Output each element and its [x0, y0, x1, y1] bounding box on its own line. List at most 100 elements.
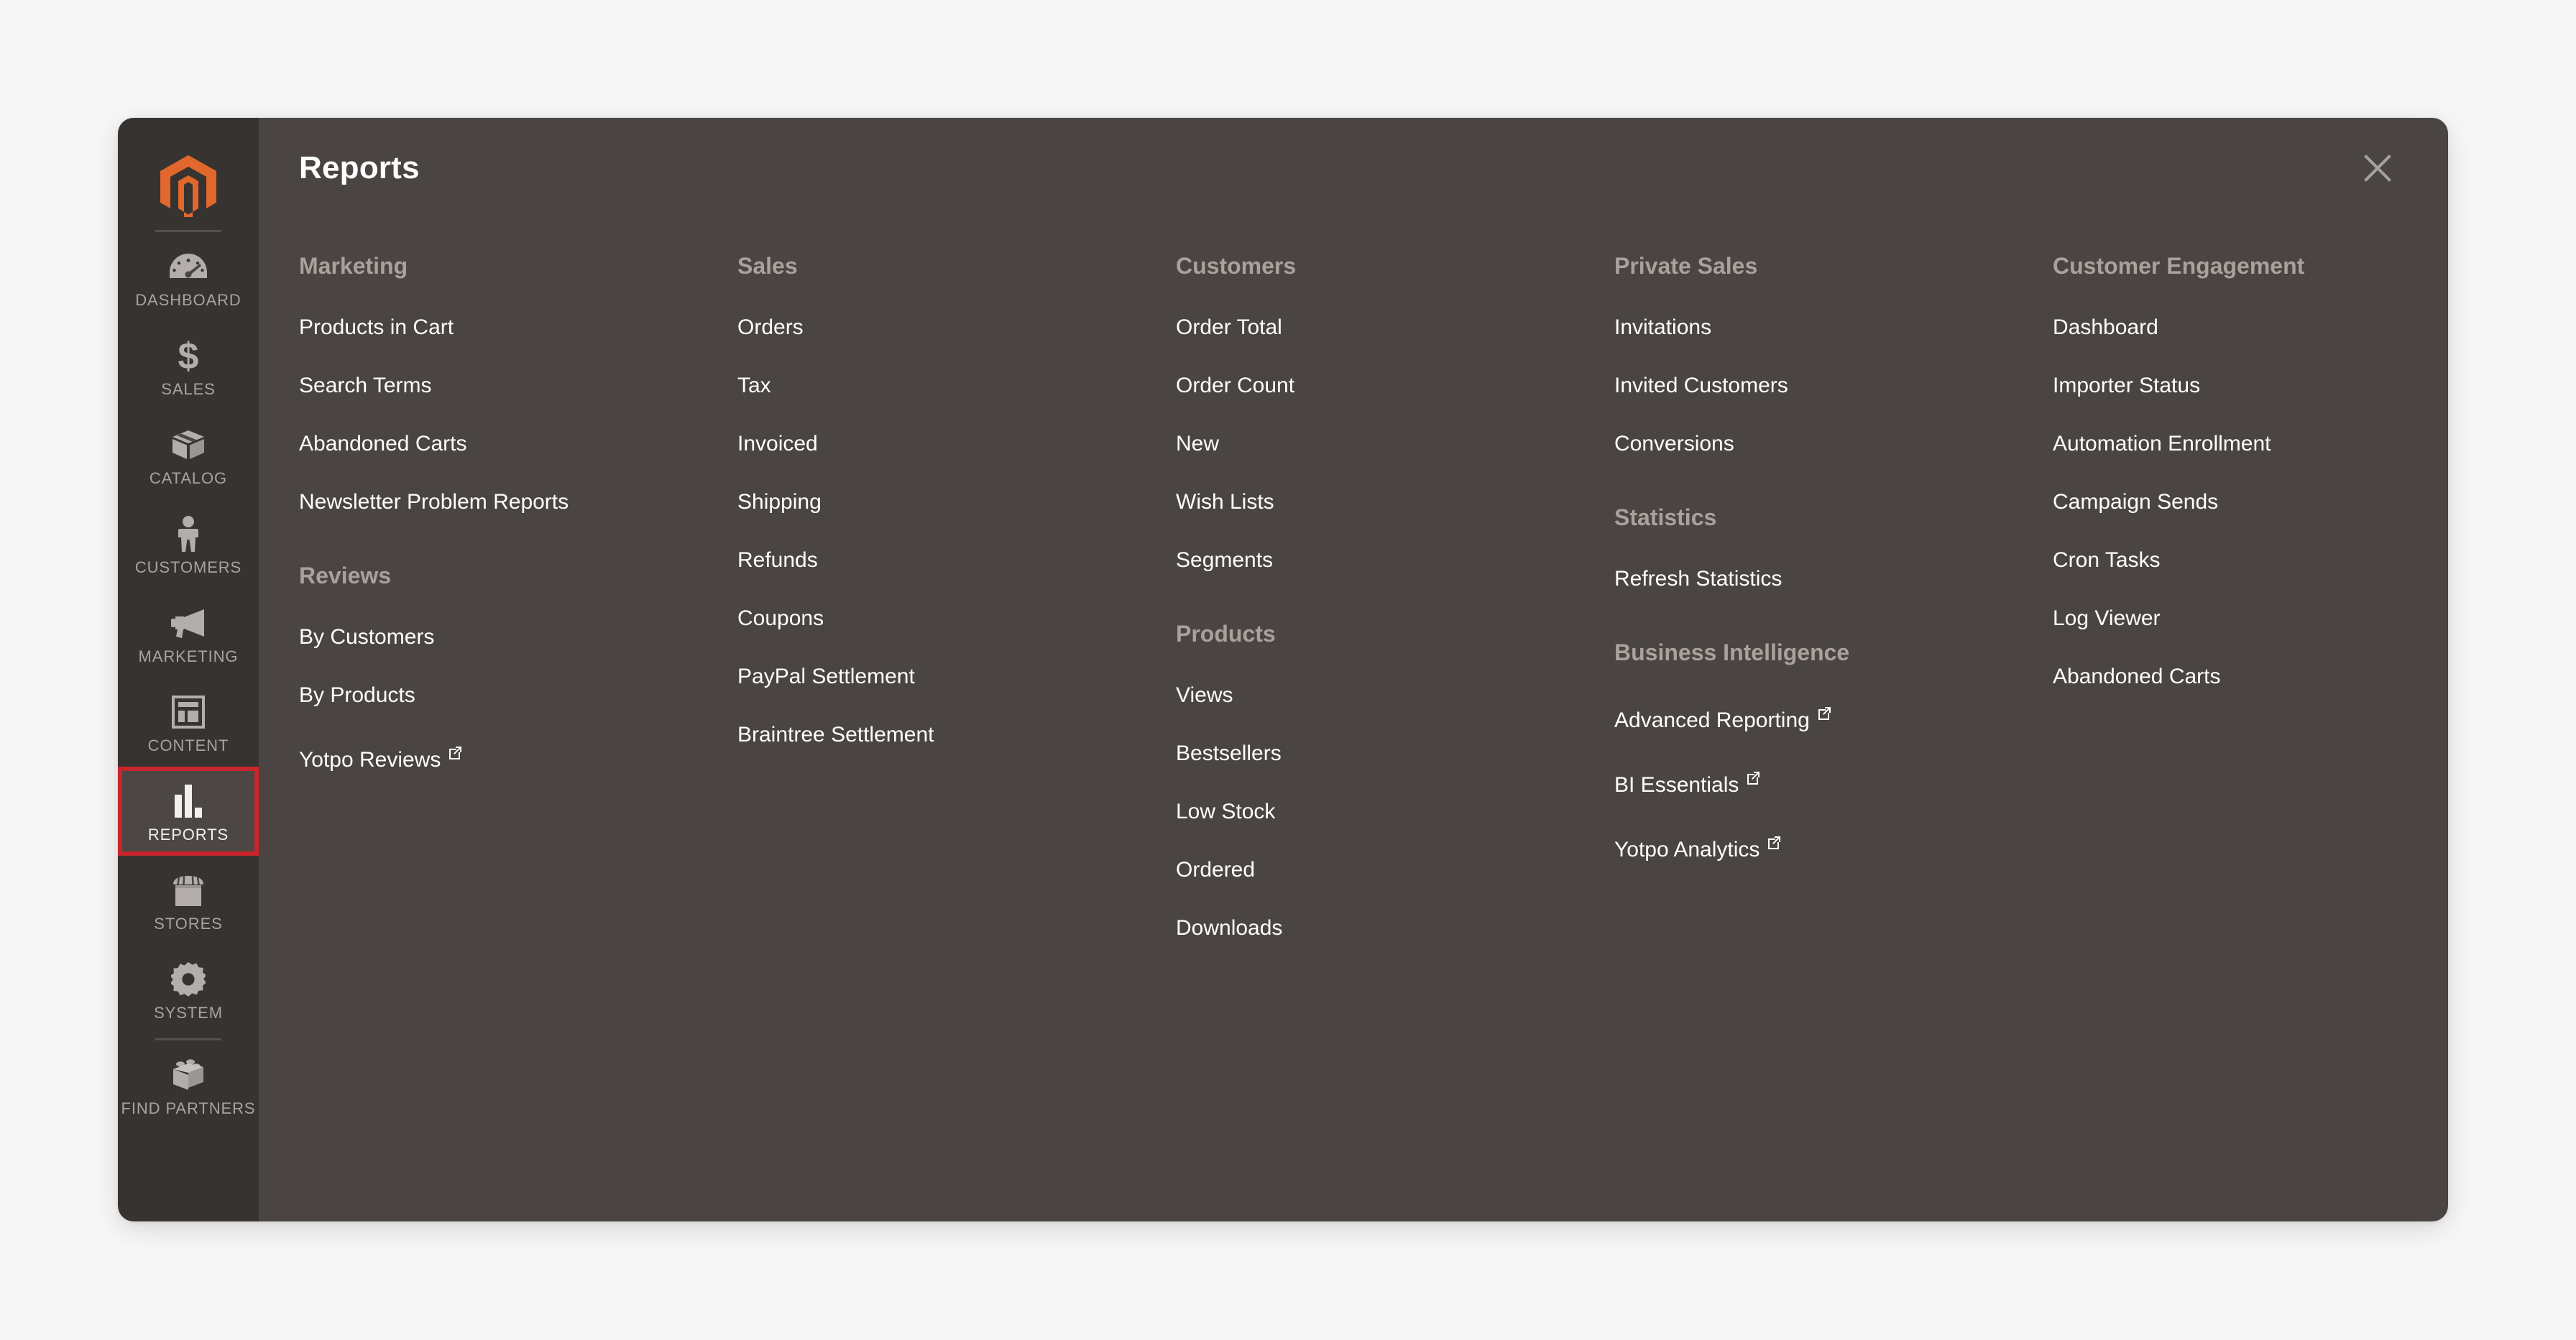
menu-link-paypal-settlement[interactable]: PayPal Settlement [737, 665, 1176, 688]
menu-link-advanced-reporting[interactable]: Advanced Reporting [1614, 702, 2053, 732]
menu-group-title: Products [1176, 621, 1276, 647]
external-link-icon [1818, 707, 1831, 720]
menu-group: Products Views Bestsellers Low Stock Ordered… [1176, 621, 1614, 940]
menu-link-invoiced[interactable]: Invoiced [737, 432, 1176, 456]
menu-link-ordered[interactable]: Ordered [1176, 858, 1614, 882]
menu-link-label: Invited Customers [1614, 374, 1788, 397]
menu-link-newsletter-problem-reports[interactable]: Newsletter Problem Reports [299, 490, 737, 514]
menu-group: Reviews By Customers By Products Yotpo Revi… [299, 563, 737, 772]
menu-link-downloads[interactable]: Downloads [1176, 916, 1614, 940]
sidebar-item-content[interactable]: CONTENT [118, 678, 259, 767]
sidebar-item-label: SALES [161, 380, 216, 398]
bar-chart-icon [173, 782, 203, 820]
menu-link-by-products[interactable]: By Products [299, 683, 737, 707]
menu-column: Customer Engagement Dashboard Importer Sta… [2053, 253, 2448, 974]
menu-link-label: Coupons [737, 606, 824, 630]
menu-link-label: Abandoned Carts [299, 432, 467, 456]
sidebar-item-sales[interactable]: $ SALES [118, 321, 259, 410]
menu-link-dashboard[interactable]: Dashboard [2053, 315, 2448, 339]
menu-link-segments[interactable]: Segments [1176, 548, 1614, 572]
menu-column: Sales Orders Tax Invoiced Shipping Refunds Cou… [737, 253, 1176, 974]
menu-link-label: Invitations [1614, 315, 1712, 339]
menu-link-coupons[interactable]: Coupons [737, 606, 1176, 630]
lego-brick-icon [170, 1056, 206, 1094]
menu-link-label: Shipping [737, 490, 822, 514]
sidebar-item-stores[interactable]: STORES [118, 856, 259, 945]
layout-icon [172, 693, 205, 731]
menu-link-conversions[interactable]: Conversions [1614, 432, 2053, 456]
close-icon[interactable] [2355, 145, 2401, 191]
menu-link-label: Abandoned Carts [2053, 665, 2221, 688]
sidebar-item-label: CUSTOMERS [134, 558, 242, 576]
panel-header: Reports [259, 118, 2448, 218]
magento-logo-icon [160, 155, 216, 217]
dashboard-gauge-icon [170, 248, 207, 285]
sidebar-item-catalog[interactable]: CATALOG [118, 410, 259, 499]
reports-flyout-panel: DASHBOARD $ SALES CATALOG CUSTOMERS MARK… [118, 118, 2448, 1221]
menu-link-label: PayPal Settlement [737, 665, 915, 688]
sidebar-item-label: SYSTEM [154, 1004, 223, 1022]
menu-link-label: Campaign Sends [2053, 490, 2219, 514]
menu-link-yotpo-reviews[interactable]: Yotpo Reviews [299, 741, 737, 772]
sidebar-item-system[interactable]: SYSTEM [118, 945, 259, 1034]
menu-link-braintree-settlement[interactable]: Braintree Settlement [737, 723, 1176, 747]
menu-link-search-terms[interactable]: Search Terms [299, 374, 737, 397]
menu-link-invitations[interactable]: Invitations [1614, 315, 2053, 339]
gear-icon [171, 961, 206, 998]
megaphone-icon [170, 604, 207, 642]
menu-link-refunds[interactable]: Refunds [737, 548, 1176, 572]
menu-link-abandoned-carts[interactable]: Abandoned Carts [2053, 665, 2448, 688]
sidebar-item-dashboard[interactable]: DASHBOARD [118, 232, 259, 321]
menu-link-bestsellers[interactable]: Bestsellers [1176, 741, 1614, 765]
menu-link-new[interactable]: New [1176, 432, 1614, 456]
menu-link-low-stock[interactable]: Low Stock [1176, 800, 1614, 823]
menu-link-bi-essentials[interactable]: BI Essentials [1614, 767, 2053, 797]
menu-link-by-customers[interactable]: By Customers [299, 625, 737, 649]
menu-link-invited-customers[interactable]: Invited Customers [1614, 374, 2053, 397]
menu-link-orders[interactable]: Orders [737, 315, 1176, 339]
sidebar-item-find-partners[interactable]: FIND PARTNERS [118, 1040, 259, 1129]
sidebar-item-marketing[interactable]: MARKETING [118, 588, 259, 678]
menu-link-abandoned-carts[interactable]: Abandoned Carts [299, 432, 737, 456]
menu-group-title: Private Sales [1614, 253, 1758, 279]
external-link-icon [1746, 767, 1760, 790]
menu-link-shipping[interactable]: Shipping [737, 490, 1176, 514]
screen: DASHBOARD $ SALES CATALOG CUSTOMERS MARK… [0, 0, 2576, 1340]
menu-link-order-total[interactable]: Order Total [1176, 315, 1614, 339]
external-link-icon [1817, 702, 1831, 726]
menu-link-products-in-cart[interactable]: Products in Cart [299, 315, 737, 339]
menu-link-order-count[interactable]: Order Count [1176, 374, 1614, 397]
menu-link-cron-tasks[interactable]: Cron Tasks [2053, 548, 2448, 572]
external-link-icon [449, 747, 462, 759]
dollar-sign-icon: $ [176, 337, 201, 374]
menu-link-yotpo-analytics[interactable]: Yotpo Analytics [1614, 831, 2053, 861]
magento-logo[interactable] [118, 137, 259, 223]
menu-link-label: Low Stock [1176, 800, 1276, 823]
menu-group-title: Customer Engagement [2053, 253, 2305, 279]
menu-column: Customers Order Total Order Count New Wish L… [1176, 253, 1614, 974]
menu-link-label: Order Count [1176, 374, 1295, 397]
menu-link-label: Invoiced [737, 432, 818, 456]
menu-link-tax[interactable]: Tax [737, 374, 1176, 397]
menu-column: Private Sales Invitations Invited Customer… [1614, 253, 2053, 974]
sidebar-item-reports[interactable]: REPORTS [118, 767, 259, 856]
menu-link-views[interactable]: Views [1176, 683, 1614, 707]
menu-link-label: Bestsellers [1176, 741, 1282, 765]
menu-link-label: Dashboard [2053, 315, 2158, 339]
menu-link-automation-enrollment[interactable]: Automation Enrollment [2053, 432, 2448, 456]
menu-link-label: By Customers [299, 625, 435, 649]
menu-link-log-viewer[interactable]: Log Viewer [2053, 606, 2448, 630]
menu-group: Marketing Products in Cart Search Terms Aba… [299, 253, 737, 514]
admin-sidebar: DASHBOARD $ SALES CATALOG CUSTOMERS MARK… [118, 118, 259, 1221]
menu-link-label: Conversions [1614, 432, 1734, 456]
menu-link-refresh-statistics[interactable]: Refresh Statistics [1614, 567, 2053, 591]
menu-link-importer-status[interactable]: Importer Status [2053, 374, 2448, 397]
sidebar-item-customers[interactable]: CUSTOMERS [118, 499, 259, 588]
sidebar-item-label: STORES [154, 915, 223, 933]
sidebar-item-label: DASHBOARD [135, 291, 242, 309]
menu-link-wish-lists[interactable]: Wish Lists [1176, 490, 1614, 514]
menu-group-title: Statistics [1614, 504, 1717, 530]
menu-link-label: Ordered [1176, 858, 1256, 882]
menu-link-campaign-sends[interactable]: Campaign Sends [2053, 490, 2448, 514]
sidebar-item-label: FIND PARTNERS [121, 1099, 256, 1117]
